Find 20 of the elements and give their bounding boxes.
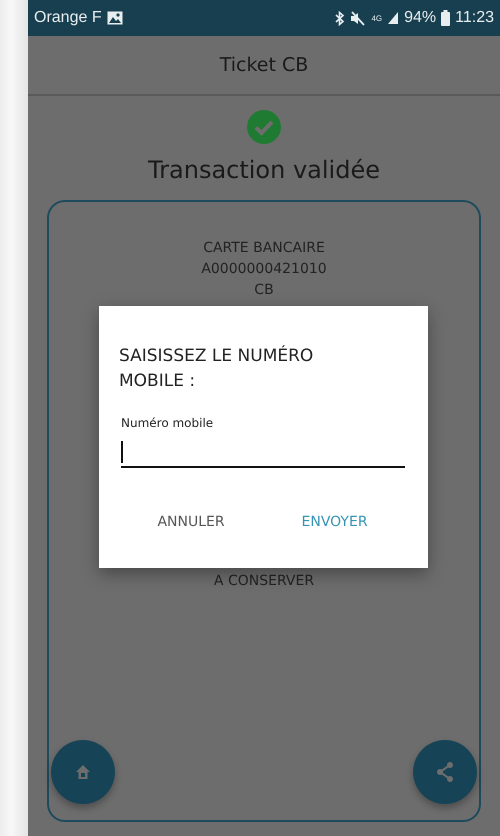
receipt-line: CB: [254, 281, 274, 300]
image-icon: [106, 11, 123, 25]
transaction-status: Transaction validée: [148, 156, 380, 184]
battery-icon: [441, 10, 450, 26]
clock: 11:23: [455, 9, 494, 27]
receipt-line: A0000000421010: [201, 260, 327, 279]
share-icon: [436, 762, 454, 782]
dialog-title: SAISISSEZ LE NUMÉRO MOBILE :: [119, 344, 314, 393]
network-type: 4G: [371, 14, 382, 22]
receipt-line: CARTE BANCAIRE: [203, 239, 325, 258]
signal-icon: [387, 11, 400, 25]
carrier-name: Orange F: [34, 9, 102, 27]
battery-level: 94%: [404, 9, 436, 27]
cancel-button[interactable]: ANNULER: [147, 506, 235, 538]
receipt-line: A CONSERVER: [214, 573, 314, 589]
home-icon: [75, 764, 91, 780]
field-label: Numéro mobile: [121, 416, 214, 430]
mute-icon: [350, 10, 366, 26]
bluetooth-icon: [335, 10, 346, 26]
screen-title: Ticket CB: [220, 54, 308, 76]
